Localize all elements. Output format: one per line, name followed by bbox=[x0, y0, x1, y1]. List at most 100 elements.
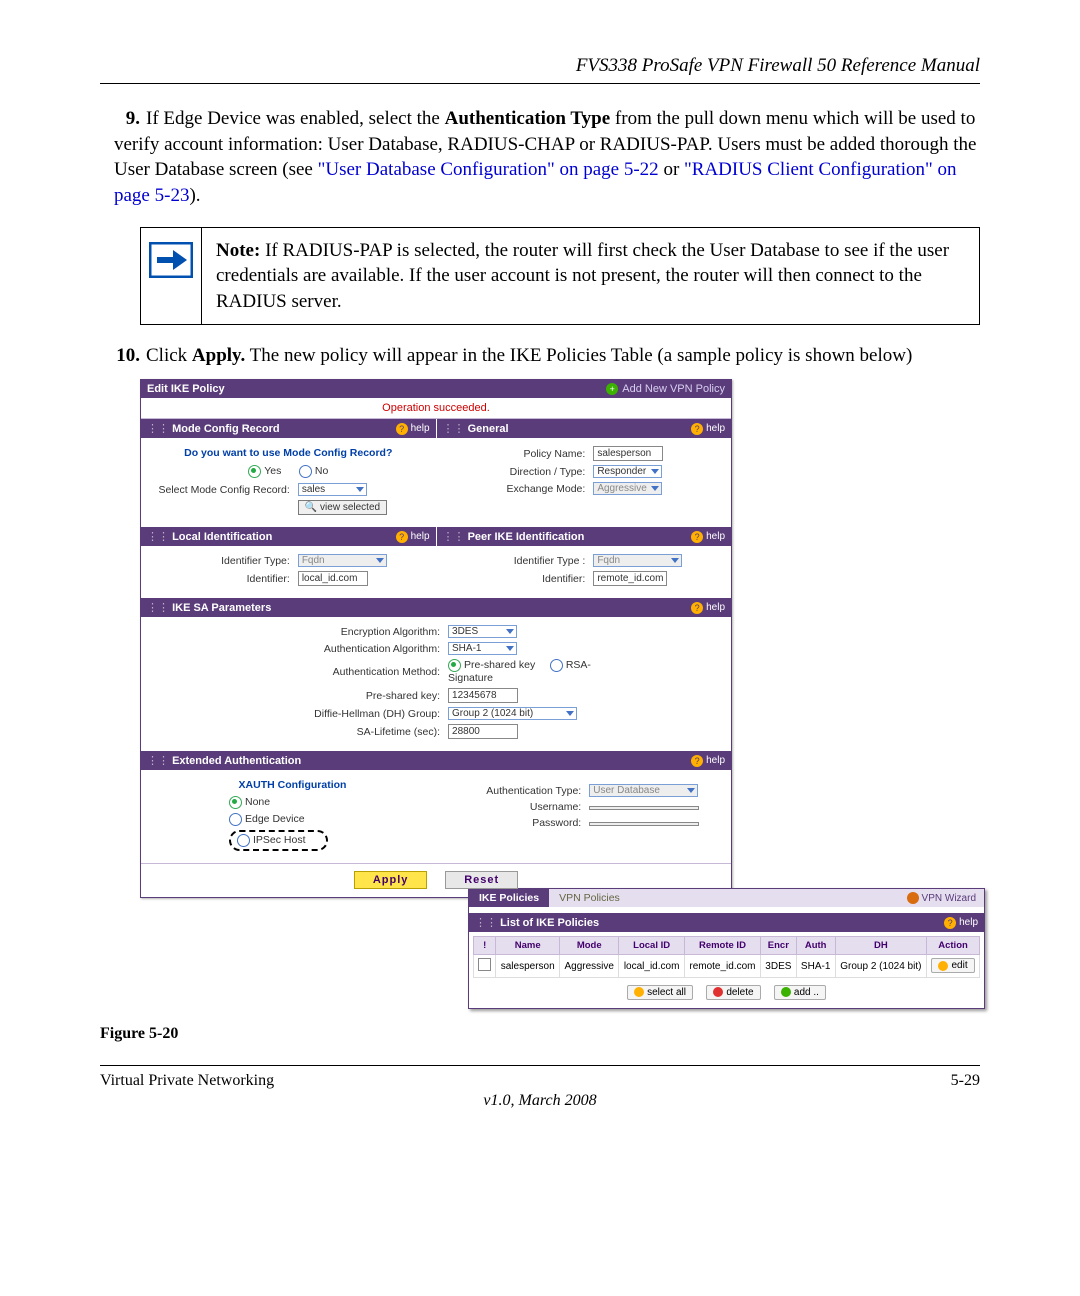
local-id-header: ⋮⋮ Local Identification ?help bbox=[141, 527, 436, 546]
help-link[interactable]: ?help bbox=[944, 917, 978, 929]
xauth-config-title: XAUTH Configuration bbox=[149, 776, 436, 794]
password-label: Password: bbox=[436, 815, 585, 831]
col-name: Name bbox=[496, 937, 560, 955]
col-encr: Encr bbox=[761, 937, 797, 955]
link-user-db[interactable]: "User Database Configuration" on page 5-… bbox=[318, 159, 659, 180]
add-button[interactable]: add .. bbox=[774, 985, 826, 1000]
sa-lifetime-input[interactable]: 28800 bbox=[448, 724, 518, 739]
footer-rule bbox=[100, 1065, 980, 1066]
policy-tabs: IKE Policies VPN Policies VPN Wizard bbox=[469, 889, 984, 907]
dh-label: Diffie-Hellman (DH) Group: bbox=[235, 705, 444, 722]
radio-ipsec[interactable]: IPSec Host bbox=[237, 834, 306, 846]
table-row: salesperson Aggressive local_id.com remo… bbox=[474, 955, 980, 978]
cell-dh: Group 2 (1024 bit) bbox=[835, 955, 926, 978]
tab-vpn-policies[interactable]: VPN Policies bbox=[549, 889, 630, 907]
password-input bbox=[589, 822, 699, 826]
edit-ike-header-bar: Edit IKE Policy +Add New VPN Policy bbox=[141, 380, 731, 398]
step-10-bold: Apply. bbox=[192, 345, 245, 366]
auth-algo-select[interactable]: SHA-1 bbox=[448, 642, 517, 655]
tab-ike-policies[interactable]: IKE Policies bbox=[469, 889, 549, 907]
step-9: 9. If Edge Device was enabled, select the… bbox=[114, 106, 980, 209]
radio-yes[interactable]: Yes bbox=[248, 465, 281, 477]
manual-header: FVS338 ProSafe VPN Firewall 50 Reference… bbox=[100, 55, 980, 77]
help-link[interactable]: ?help bbox=[691, 531, 725, 543]
step-9-text-d: or bbox=[659, 159, 684, 180]
ike-policies-table: ! Name Mode Local ID Remote ID Encr Auth… bbox=[473, 936, 980, 978]
header-rule bbox=[100, 83, 980, 84]
auth-type-select: User Database bbox=[589, 784, 698, 797]
dashed-callout: IPSec Host bbox=[229, 830, 328, 851]
psk-label: Pre-shared key: bbox=[235, 686, 444, 705]
peer-identifier-label: Identifier: bbox=[445, 569, 590, 588]
step-10-text-c: The new policy will appear in the IKE Po… bbox=[245, 345, 912, 366]
col-auth: Auth bbox=[796, 937, 835, 955]
help-link[interactable]: ?help bbox=[691, 755, 725, 767]
note-body: If RADIUS-PAP is selected, the router wi… bbox=[216, 240, 949, 312]
cell-auth: SHA-1 bbox=[796, 955, 835, 978]
peer-id-header: ⋮⋮ Peer IKE Identification ?help bbox=[437, 527, 732, 546]
policy-name-input[interactable]: salesperson bbox=[593, 446, 663, 461]
general-header: ⋮⋮ General ?help bbox=[437, 419, 732, 438]
cell-encr: 3DES bbox=[761, 955, 797, 978]
view-selected-button[interactable]: 🔍 view selected bbox=[298, 500, 387, 515]
edit-button[interactable]: edit bbox=[931, 958, 974, 973]
help-link[interactable]: ?help bbox=[691, 602, 725, 614]
arrow-right-icon bbox=[141, 228, 201, 298]
step-9-number: 9. bbox=[114, 106, 140, 132]
mode-config-header: ⋮⋮ Mode Config Record ?help bbox=[141, 419, 436, 438]
radio-no[interactable]: No bbox=[299, 465, 328, 477]
vpn-wizard-link[interactable]: VPN Wizard bbox=[899, 890, 984, 906]
step-9-text-a: If Edge Device was enabled, select the bbox=[146, 108, 445, 129]
delete-button[interactable]: delete bbox=[706, 985, 760, 1000]
select-all-button[interactable]: select all bbox=[627, 985, 693, 1000]
step-10-number: 10. bbox=[114, 343, 140, 369]
col-remote-id: Remote ID bbox=[684, 937, 760, 955]
encryption-select[interactable]: 3DES bbox=[448, 625, 517, 638]
apply-button[interactable]: Apply bbox=[354, 871, 428, 889]
encryption-label: Encryption Algorithm: bbox=[235, 623, 444, 640]
local-id-type-label: Identifier Type: bbox=[149, 552, 294, 569]
footer-page: 5-29 bbox=[951, 1072, 980, 1090]
help-link[interactable]: ?help bbox=[396, 423, 430, 435]
ike-sa-header: ⋮⋮ IKE SA Parameters ?help bbox=[141, 598, 731, 617]
radio-none[interactable]: None bbox=[229, 796, 270, 808]
help-link[interactable]: ?help bbox=[691, 423, 725, 435]
peer-identifier-input[interactable]: remote_id.com bbox=[593, 571, 667, 586]
footer-version: v1.0, March 2008 bbox=[100, 1092, 980, 1110]
wizard-icon bbox=[907, 892, 919, 904]
edit-ike-title: Edit IKE Policy bbox=[147, 383, 225, 395]
local-id-type-select: Fqdn bbox=[298, 554, 387, 567]
step-9-text-e: ). bbox=[189, 185, 200, 206]
row-checkbox[interactable] bbox=[478, 958, 491, 971]
ike-policies-panel: IKE Policies VPN Policies VPN Wizard ⋮⋮ … bbox=[468, 888, 985, 1009]
step-10-text-a: Click bbox=[146, 345, 192, 366]
note-label: Note: bbox=[216, 240, 260, 261]
cell-remote: remote_id.com bbox=[684, 955, 760, 978]
cell-local: local_id.com bbox=[619, 955, 684, 978]
exchange-mode-label: Exchange Mode: bbox=[445, 480, 590, 497]
dh-select[interactable]: Group 2 (1024 bit) bbox=[448, 707, 577, 720]
help-link[interactable]: ?help bbox=[396, 531, 430, 543]
note-box: Note: If RADIUS-PAP is selected, the rou… bbox=[140, 227, 980, 326]
auth-type-label: Authentication Type: bbox=[436, 782, 585, 799]
note-text: Note: If RADIUS-PAP is selected, the rou… bbox=[201, 228, 979, 325]
peer-id-type-select: Fqdn bbox=[593, 554, 682, 567]
psk-input[interactable]: 12345678 bbox=[448, 688, 518, 703]
direction-select[interactable]: Responder bbox=[593, 465, 662, 478]
mode-config-select[interactable]: sales bbox=[298, 483, 367, 496]
policy-name-label: Policy Name: bbox=[445, 444, 590, 463]
direction-label: Direction / Type: bbox=[445, 463, 590, 480]
col-action: Action bbox=[927, 937, 980, 955]
col-dh: DH bbox=[835, 937, 926, 955]
add-new-vpn-link[interactable]: +Add New VPN Policy bbox=[606, 383, 725, 395]
mode-config-question: Do you want to use Mode Config Record? bbox=[149, 444, 428, 462]
col-checkbox: ! bbox=[474, 937, 496, 955]
cell-mode: Aggressive bbox=[560, 955, 619, 978]
local-identifier-input[interactable]: local_id.com bbox=[298, 571, 368, 586]
radio-psk[interactable]: Pre-shared key bbox=[448, 659, 535, 671]
radio-edge[interactable]: Edge Device bbox=[229, 813, 305, 825]
reset-button[interactable]: Reset bbox=[445, 871, 518, 889]
list-of-policies-header: ⋮⋮ List of IKE Policies ?help bbox=[469, 913, 984, 932]
xauth-header: ⋮⋮ Extended Authentication ?help bbox=[141, 751, 731, 770]
col-local-id: Local ID bbox=[619, 937, 684, 955]
